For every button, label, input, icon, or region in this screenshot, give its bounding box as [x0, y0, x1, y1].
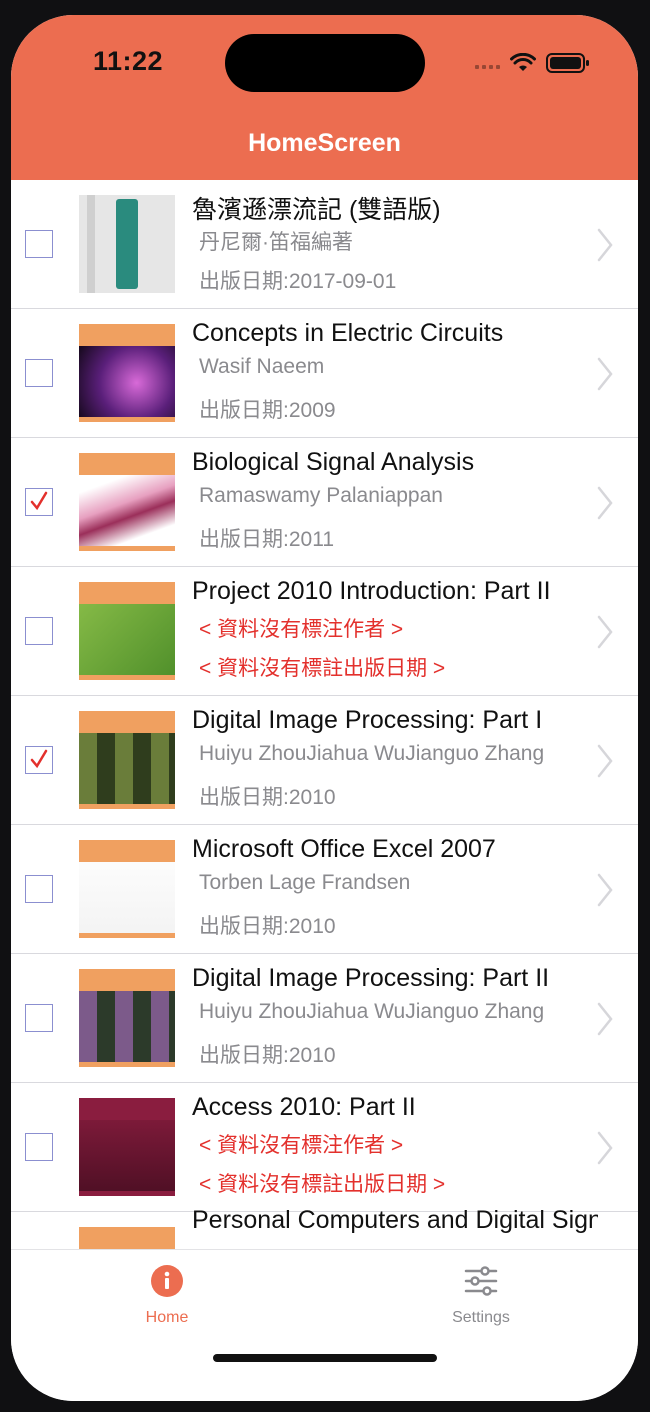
book-cover-image [79, 324, 175, 422]
cover-footer-band [79, 417, 175, 422]
checkbox-checked[interactable] [25, 488, 53, 516]
checkbox[interactable] [25, 359, 53, 387]
cover-title-band [116, 199, 138, 289]
cover-title-band [79, 582, 175, 604]
tab-settings[interactable]: Settings [401, 1264, 561, 1327]
phone-screen: 11:22 HomeScreen 魯濱遜漂流記 (雙語版) 丹尼爾·笛福編著 出版日… [11, 15, 638, 1401]
cover-title-band [79, 840, 175, 862]
book-row[interactable]: Concepts in Electric Circuits Wasif Naeem… [11, 309, 638, 438]
book-cover-image [79, 969, 175, 1067]
book-row[interactable]: Biological Signal Analysis Ramaswamy Pala… [11, 438, 638, 567]
page-title: HomeScreen [248, 129, 401, 157]
cover-title-band [79, 453, 175, 475]
cover-footer-band [79, 804, 175, 809]
book-cover-image [79, 453, 175, 551]
book-author: Ramaswamy Palaniappan [199, 484, 443, 507]
book-title: 魯濱遜漂流記 (雙語版) [192, 196, 441, 224]
book-publish-date: 出版日期:2017-09-01 [199, 270, 397, 293]
book-author: Torben Lage Frandsen [199, 871, 411, 894]
book-title: Microsoft Office Excel 2007 [192, 835, 496, 863]
cover-footer-band [79, 933, 175, 938]
tab-settings-label: Settings [452, 1309, 510, 1326]
book-list[interactable]: 魯濱遜漂流記 (雙語版) 丹尼爾·笛福編著出版日期:2017-09-01 Conce… [11, 180, 638, 1249]
book-author: Huiyu ZhouJiahua WuJianguo Zhang [199, 742, 545, 765]
cover-title-band [79, 1227, 175, 1249]
cover-footer-band [79, 1191, 175, 1196]
book-publish-date: 出版日期:2010 [199, 915, 336, 938]
book-title: Digital Image Processing: Part II [192, 964, 550, 992]
nav-header: 11:22 HomeScreen [11, 15, 638, 180]
book-cover-image [79, 1098, 175, 1196]
tab-home[interactable]: Home [87, 1264, 247, 1327]
book-title: Project 2010 Introduction: Part II [192, 577, 551, 605]
status-icons [475, 51, 590, 75]
book-row[interactable]: Personal Computers and Digital Signal Pr… [11, 1206, 638, 1249]
book-cover-image [79, 711, 175, 809]
tab-home-label: Home [145, 1309, 189, 1326]
checkmark-icon [30, 491, 48, 511]
checkbox[interactable] [25, 875, 53, 903]
cover-footer-band [79, 675, 175, 680]
wifi-icon [510, 53, 536, 71]
book-cover-image [79, 582, 175, 680]
tab-bar: Home Settings [11, 1249, 638, 1401]
book-title: Access 2010: Part II [192, 1093, 416, 1121]
book-row[interactable]: Microsoft Office Excel 2007 Torben Lage F… [11, 825, 638, 954]
book-row[interactable]: 魯濱遜漂流記 (雙語版) 丹尼爾·笛福編著出版日期:2017-09-01 [11, 180, 638, 309]
missing-date-text: < 資料沒有標註出版日期 > [199, 1173, 446, 1196]
checkbox[interactable] [25, 1004, 53, 1032]
cover-footer-band [79, 1062, 175, 1067]
checkbox[interactable] [25, 617, 53, 645]
dynamic-island [225, 34, 425, 92]
checkbox-checked[interactable] [25, 746, 53, 774]
chevron-right-icon[interactable] [596, 227, 614, 263]
chevron-right-icon[interactable] [596, 1130, 614, 1166]
book-title: Biological Signal Analysis [192, 448, 475, 476]
book-row[interactable]: Digital Image Processing: Part I Huiyu Zh… [11, 696, 638, 825]
book-row[interactable]: Digital Image Processing: Part II Huiyu Z… [11, 954, 638, 1083]
chevron-right-icon[interactable] [596, 614, 614, 650]
cover-title-band [79, 711, 175, 733]
book-publish-date: 出版日期:2010 [199, 786, 336, 809]
book-author: Wasif Naeem [199, 355, 325, 378]
book-title: Personal Computers and Digital Signal Pr… [192, 1206, 598, 1234]
book-row[interactable]: Access 2010: Part II < 資料沒有標注作者 > < 資料沒有標註… [11, 1083, 638, 1212]
chevron-right-icon[interactable] [596, 743, 614, 779]
checkbox[interactable] [25, 1133, 53, 1161]
book-title: Digital Image Processing: Part I [192, 706, 543, 734]
book-publish-date: 出版日期:2009 [199, 399, 336, 422]
status-time: 11:22 [93, 46, 164, 76]
chevron-right-icon[interactable] [596, 872, 614, 908]
book-author: 丹尼爾·笛福編著 [199, 231, 353, 254]
book-row[interactable]: Project 2010 Introduction: Part II < 資料沒有… [11, 567, 638, 696]
book-publish-date: 出版日期:2011 [199, 528, 334, 551]
book-cover-image [79, 1227, 175, 1249]
info-icon [151, 1265, 183, 1297]
book-cover-image [79, 195, 175, 293]
missing-date-text: < 資料沒有標註出版日期 > [199, 657, 446, 680]
missing-author-text: < 資料沒有標注作者 > [199, 618, 404, 641]
cover-title-band [79, 969, 175, 991]
missing-author-text: < 資料沒有標注作者 > [199, 1134, 404, 1157]
chevron-right-icon[interactable] [596, 485, 614, 521]
battery-icon [546, 53, 589, 73]
checkbox[interactable] [25, 230, 53, 258]
sliders-icon [464, 1266, 498, 1296]
chevron-right-icon[interactable] [596, 356, 614, 392]
cover-title-band [79, 1098, 175, 1120]
book-title: Concepts in Electric Circuits [192, 319, 504, 347]
home-indicator[interactable] [213, 1354, 437, 1362]
book-cover-image [79, 840, 175, 938]
cover-title-band [79, 324, 175, 346]
checkmark-icon [30, 749, 48, 769]
chevron-right-icon[interactable] [596, 1001, 614, 1037]
cellular-signal-icon [475, 57, 500, 69]
book-author: Huiyu ZhouJiahua WuJianguo Zhang [199, 1000, 545, 1023]
cover-footer-band [79, 546, 175, 551]
book-publish-date: 出版日期:2010 [199, 1044, 336, 1067]
